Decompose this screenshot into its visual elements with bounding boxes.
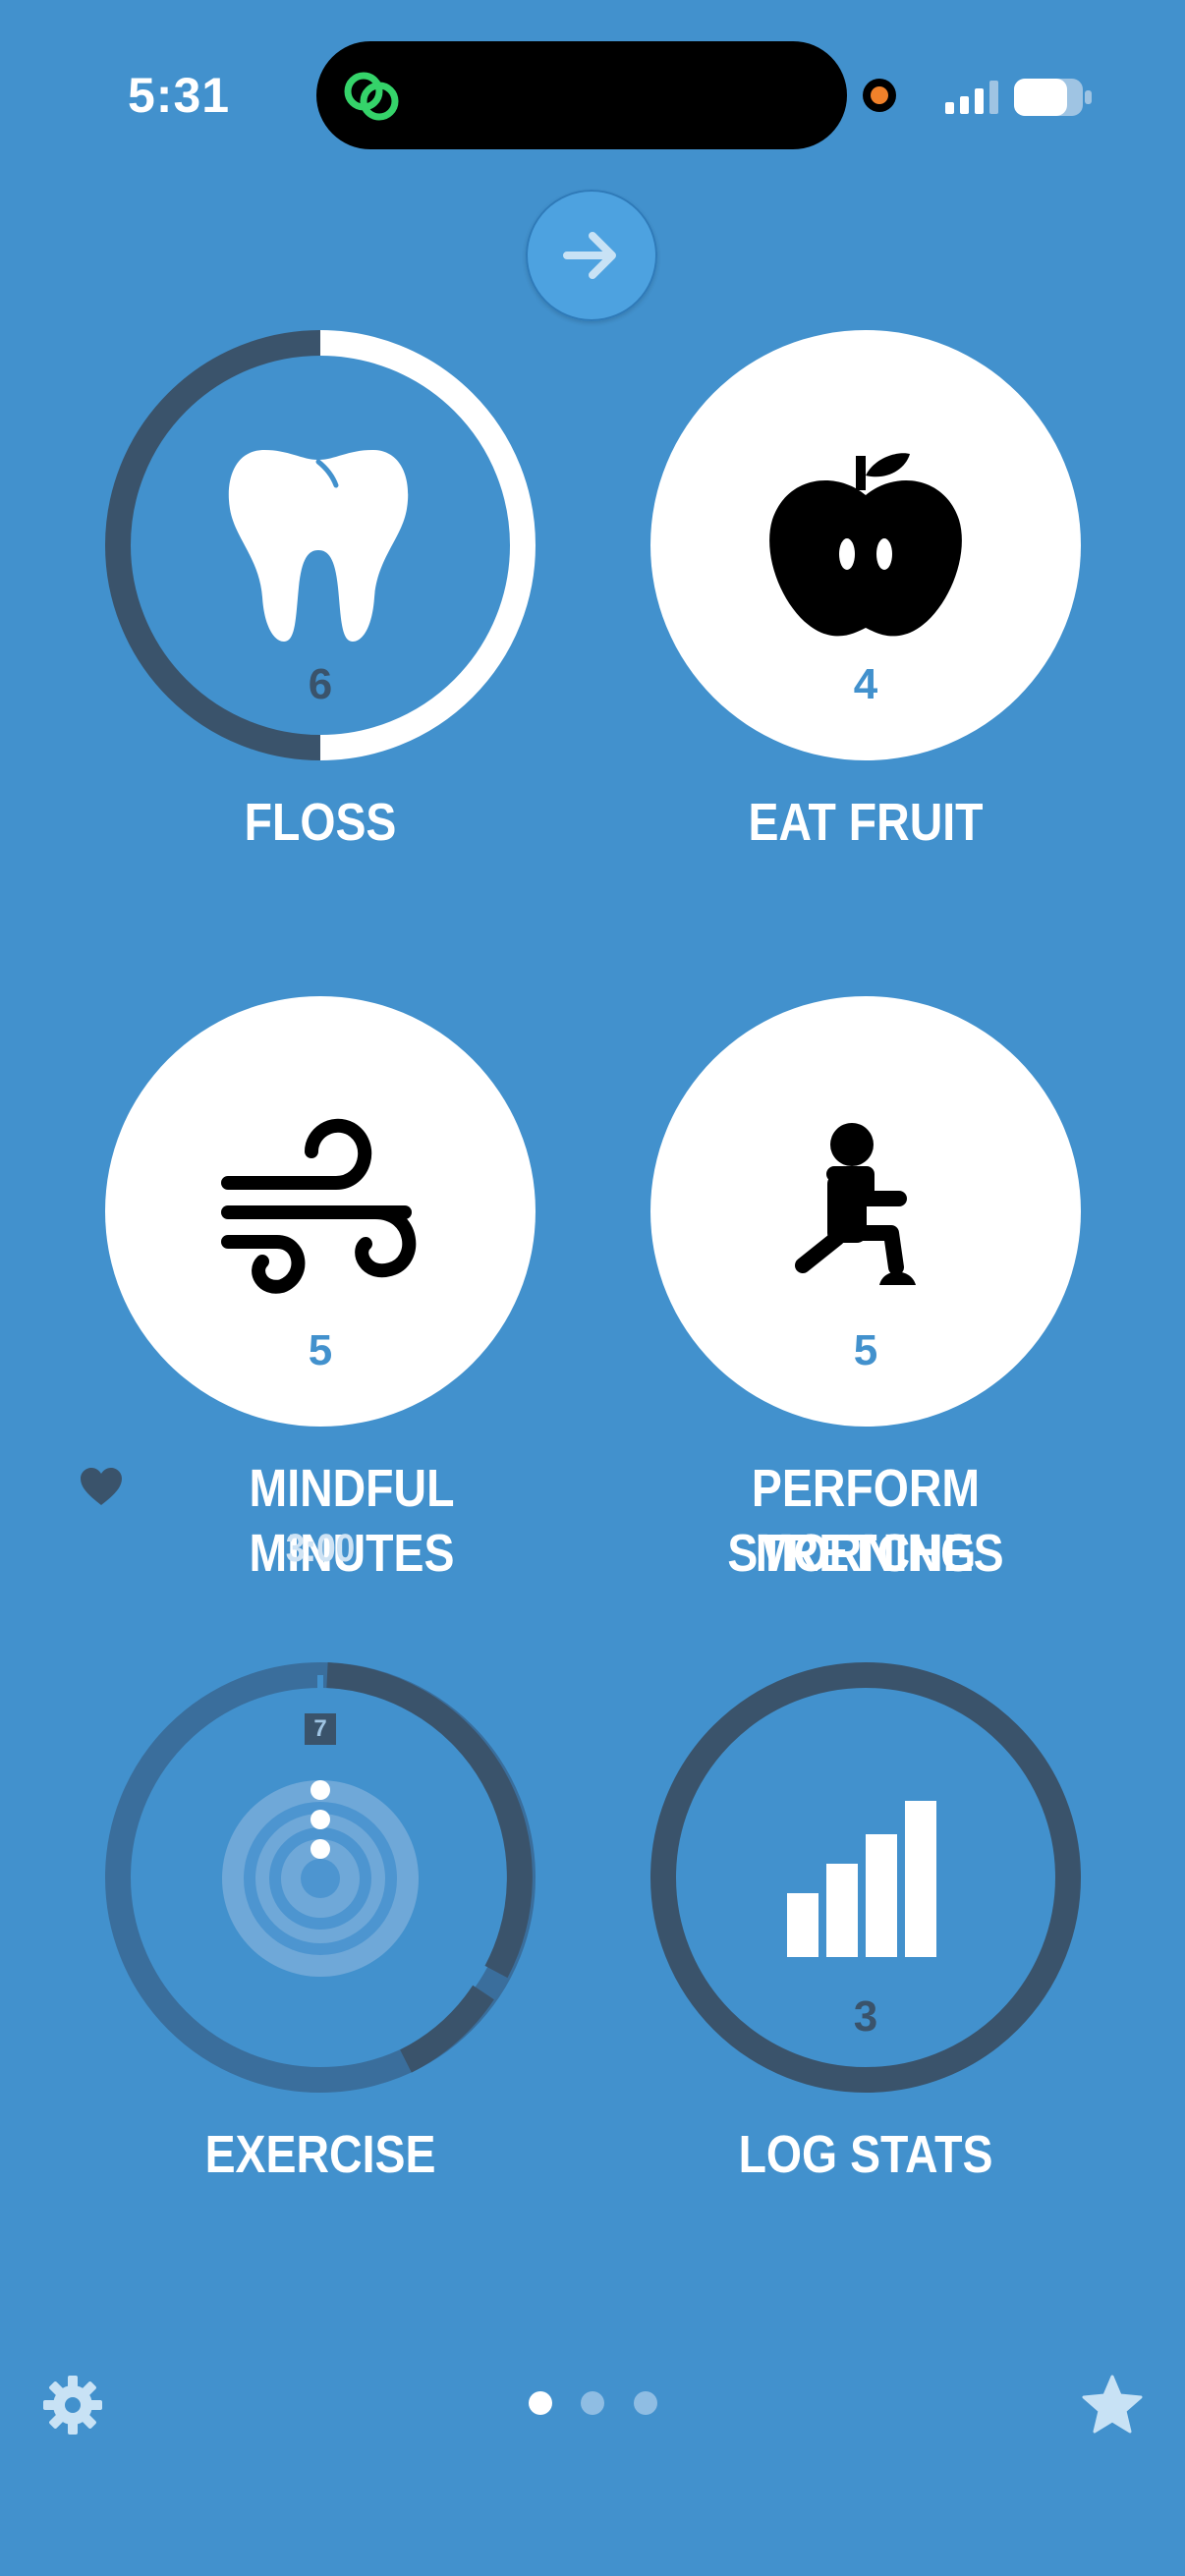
habit-log-stats-button[interactable]: 3 xyxy=(650,1662,1081,2093)
habit-subtitle: 3:00 xyxy=(285,1527,356,1570)
page-dot[interactable] xyxy=(581,2391,604,2415)
tooth-icon xyxy=(228,450,409,642)
habit-morning-stretches-button[interactable]: 5 xyxy=(650,996,1081,1427)
habit-label: EAT FRUIT xyxy=(748,793,984,852)
habit-eat-fruit-button[interactable]: 4 xyxy=(650,330,1081,760)
habit-exercise-button[interactable]: 7 xyxy=(105,1662,536,2093)
link-app-icon xyxy=(344,72,399,121)
battery-icon xyxy=(1014,79,1092,116)
habit-count: 3 xyxy=(853,1992,878,2041)
habit-count: 6 xyxy=(308,660,333,708)
star-icon[interactable] xyxy=(1081,2374,1144,2435)
habit-label: EXERCISE xyxy=(204,2125,436,2184)
bar-chart-icon xyxy=(787,1801,936,1957)
orange-dot-icon xyxy=(871,86,888,104)
habit-count: 5 xyxy=(853,1326,878,1374)
habit-label: STRETCHES xyxy=(727,1524,1004,1583)
habit-count: 5 xyxy=(308,1326,333,1374)
habit-count: 4 xyxy=(853,660,878,708)
stretch-icon xyxy=(795,1123,916,1285)
wind-icon xyxy=(221,1118,417,1294)
page-dot[interactable] xyxy=(634,2391,657,2415)
apple-icon xyxy=(769,453,962,637)
habit-floss-button[interactable]: 6 xyxy=(105,330,536,760)
habit-mindful-minutes-button[interactable]: 5 xyxy=(105,996,536,1427)
gear-icon[interactable] xyxy=(41,2374,104,2436)
habit-label: LOG STATS xyxy=(738,2125,993,2184)
target-icon xyxy=(222,1780,419,1977)
camera-indicator xyxy=(863,79,896,112)
habit-label: FLOSS xyxy=(244,793,397,852)
arrow-right-icon xyxy=(563,232,616,279)
heart-icon xyxy=(81,1468,122,1505)
habit-count: 7 xyxy=(305,1713,336,1745)
signal-icon xyxy=(945,81,998,114)
page-dot-active[interactable] xyxy=(529,2391,552,2415)
next-arrow-button[interactable] xyxy=(526,190,657,321)
status-time: 5:31 xyxy=(128,68,231,123)
dynamic-island xyxy=(316,41,847,149)
